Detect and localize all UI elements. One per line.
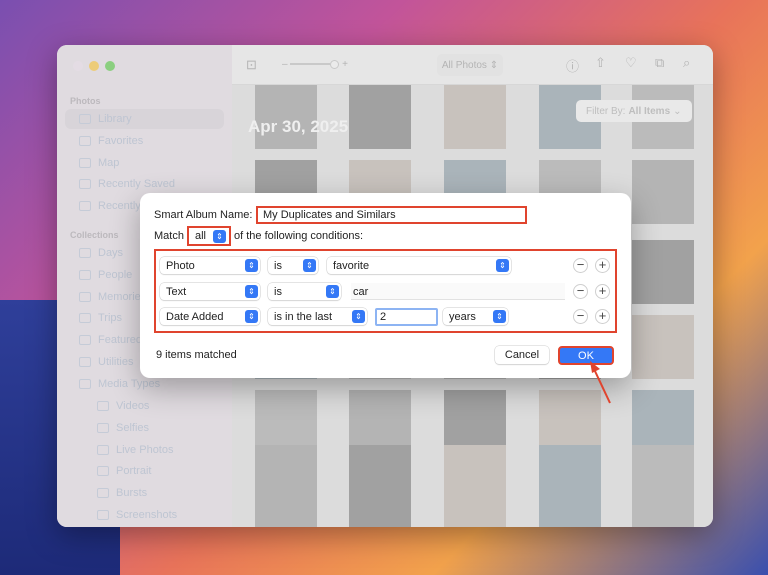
unit-label: years (449, 310, 476, 323)
add-condition-3-button[interactable]: + (595, 309, 610, 324)
cancel-button[interactable]: Cancel (495, 346, 549, 364)
chevron-updown-icon: ⇕ (493, 310, 506, 323)
field-label: Photo (166, 259, 195, 272)
condition-2-text-input[interactable]: car (351, 283, 565, 300)
remove-condition-1-button[interactable]: − (573, 258, 588, 273)
condition-3-number-input[interactable]: 2 (375, 308, 438, 326)
add-condition-1-button[interactable]: + (595, 258, 610, 273)
operator-label: is (274, 259, 282, 272)
chevron-updown-icon: ⇕ (352, 310, 365, 323)
condition-3-operator[interactable]: is in the last ⇕ (268, 308, 367, 325)
chevron-updown-icon: ⇕ (326, 285, 339, 298)
condition-1-operator[interactable]: is ⇕ (268, 257, 318, 274)
match-suffix: of the following conditions: (234, 230, 364, 242)
chevron-updown-icon: ⇕ (245, 285, 258, 298)
remove-condition-3-button[interactable]: − (573, 309, 588, 324)
name-label: Smart Album Name: (154, 209, 253, 221)
add-condition-2-button[interactable]: + (595, 284, 610, 299)
remove-condition-2-button[interactable]: − (573, 284, 588, 299)
match-label: Match (154, 230, 184, 242)
match-value: all (195, 230, 207, 242)
condition-1-field[interactable]: Photo ⇕ (160, 257, 260, 274)
smart-album-dialog: Smart Album Name: My Duplicates and Simi… (140, 193, 631, 378)
condition-2-field[interactable]: Text ⇕ (160, 283, 260, 300)
condition-1-value[interactable]: favorite ⇕ (327, 257, 511, 274)
chevron-updown-icon: ⇕ (303, 259, 316, 272)
field-label: Date Added (166, 310, 224, 323)
chevron-updown-icon: ⇕ (213, 230, 226, 243)
operator-label: is (274, 285, 282, 298)
condition-3-field[interactable]: Date Added ⇕ (160, 308, 260, 325)
match-select[interactable]: all ⇕ (187, 226, 231, 246)
operator-label: is in the last (274, 310, 333, 323)
chevron-updown-icon: ⇕ (245, 310, 258, 323)
field-label: Text (166, 285, 187, 298)
annotation-arrow (590, 361, 611, 404)
chevron-updown-icon: ⇕ (245, 259, 258, 272)
value-label: favorite (333, 259, 370, 272)
items-matched-status: 9 items matched (156, 349, 237, 361)
condition-3-unit[interactable]: years ⇕ (443, 308, 508, 325)
chevron-updown-icon: ⇕ (496, 259, 509, 272)
condition-2-operator[interactable]: is ⇕ (268, 283, 341, 300)
album-name-input[interactable]: My Duplicates and Similars (256, 206, 527, 224)
